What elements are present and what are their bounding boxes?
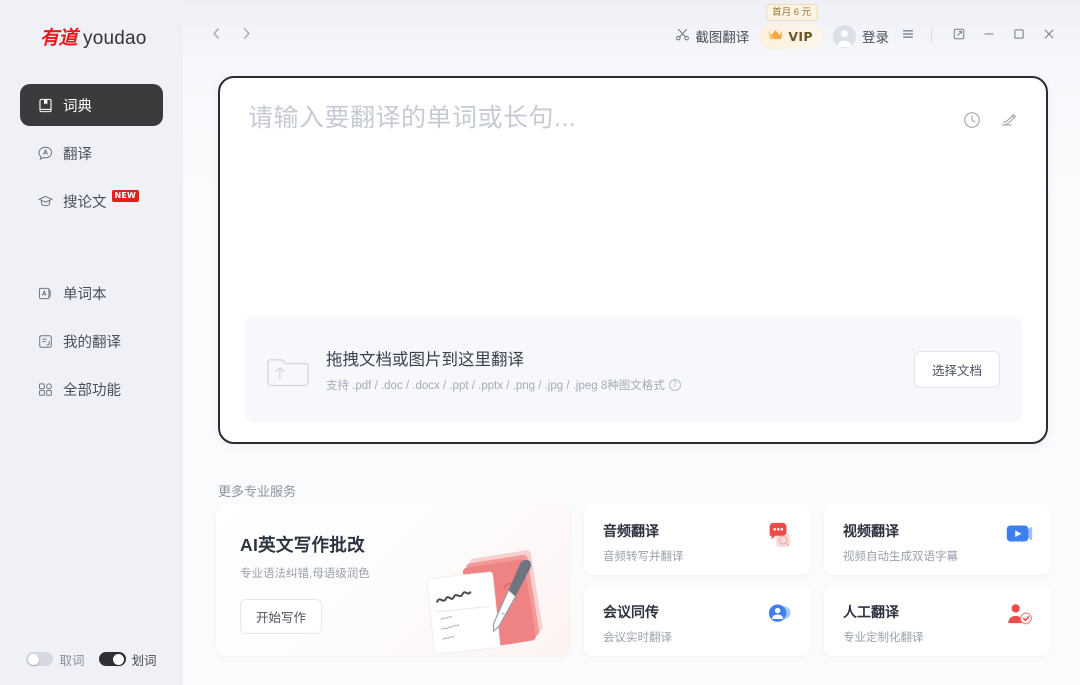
close-button[interactable] — [1034, 21, 1064, 51]
menu-button[interactable] — [895, 23, 921, 49]
sidebar-item-label: 单词本 — [63, 286, 107, 303]
sidebar-item-wordbook[interactable]: 单词本 — [20, 272, 163, 314]
service-card-video-translate[interactable]: 视频翻译 视频自动生成双语字幕 — [824, 504, 1051, 575]
minimize-icon — [982, 27, 996, 46]
sidebar-item-label: 我的翻译 — [63, 334, 121, 351]
toggle-capture-word[interactable]: 取词 — [26, 650, 85, 669]
service-desc: 专业定制化翻译 — [843, 632, 924, 644]
upload-folder-icon — [264, 347, 312, 391]
meeting-person-icon — [763, 599, 795, 631]
chevron-left-icon — [209, 26, 224, 46]
crown-icon — [767, 27, 784, 46]
login-button[interactable]: 登录 — [862, 26, 889, 46]
translate-input-card[interactable]: 请输入要翻译的单词或长句... 拖拽文档或图片到这里翻译 支持 .pdf / .… — [218, 76, 1048, 444]
dropzone-subtitle: 支持 .pdf / .doc / .docx / .ppt / .pptx / … — [326, 379, 665, 392]
mini-window-button[interactable] — [944, 21, 974, 51]
start-writing-button[interactable]: 开始写作 — [240, 599, 323, 634]
book-icon — [36, 96, 54, 114]
app-logo: 有道 youdao — [0, 0, 183, 72]
vip-tip-label: 首月 6 元 — [766, 3, 818, 21]
sidebar-item-label: 词典 — [63, 98, 92, 115]
forward-button[interactable] — [231, 21, 261, 51]
sidebar-item-all-features[interactable]: 全部功能 — [20, 368, 163, 410]
titlebar: 截图翻译 首月 6 元 VIP 登录 — [183, 0, 1080, 72]
question-icon[interactable]: ? — [668, 378, 681, 391]
clock-icon[interactable] — [962, 110, 982, 130]
minimize-button[interactable] — [974, 21, 1004, 51]
service-desc: 视频自动生成双语字幕 — [843, 551, 958, 563]
new-badge: NEW — [111, 190, 140, 202]
vip-promo[interactable]: 首月 6 元 VIP — [760, 3, 823, 49]
sidebar-toggles: 取词 划词 — [0, 633, 183, 685]
ai-writing-title: AI英文写作批改 — [240, 535, 365, 555]
sidebar-item-my-translations[interactable]: 我的翻译 — [20, 320, 163, 362]
wordbook-icon — [36, 284, 54, 302]
scissors-icon — [675, 27, 690, 45]
main-content: 截图翻译 首月 6 元 VIP 登录 请输入要翻译的单词或长句... 拖拽文档或… — [183, 0, 1080, 685]
choose-file-button[interactable]: 选择文档 — [913, 350, 1000, 388]
avatar-icon[interactable] — [833, 24, 856, 48]
services-area: AI英文写作批改 专业语法纠错,母语级润色 开始写作 音频翻译 音频转写并翻译 … — [216, 504, 1051, 656]
file-dropzone[interactable]: 拖拽文档或图片到这里翻译 支持 .pdf / .doc / .docx / .p… — [244, 316, 1022, 422]
screenshot-translate-button[interactable]: 截图翻译 — [668, 21, 756, 51]
sidebar-item-search-paper[interactable]: 搜论文 NEW — [20, 180, 163, 222]
maximize-icon — [1012, 27, 1026, 46]
search-input[interactable]: 请输入要翻译的单词或长句... — [248, 102, 962, 135]
mytrans-icon — [36, 332, 54, 350]
graduation-icon — [36, 192, 54, 210]
service-desc: 音频转写并翻译 — [603, 551, 684, 563]
sidebar-item-label: 全部功能 — [63, 382, 121, 399]
handwriting-icon[interactable] — [998, 110, 1018, 130]
titlebar-divider — [931, 28, 932, 44]
toggle-label: 取词 — [59, 653, 85, 668]
sidebar-item-translate[interactable]: 翻译 — [20, 132, 163, 174]
ai-writing-subtitle: 专业语法纠错,母语级润色 — [240, 568, 370, 580]
mini-window-icon — [952, 27, 966, 46]
service-card-audio-translate[interactable]: 音频翻译 音频转写并翻译 — [584, 504, 811, 575]
sidebar-item-label: 搜论文 — [63, 194, 107, 211]
screenshot-translate-label: 截图翻译 — [695, 30, 750, 45]
ai-writing-card[interactable]: AI英文写作批改 专业语法纠错,母语级润色 开始写作 — [216, 504, 570, 656]
audio-bubble-icon — [763, 518, 795, 550]
service-card-human-translate[interactable]: 人工翻译 专业定制化翻译 — [824, 585, 1051, 656]
close-icon — [1042, 27, 1056, 46]
dropzone-title: 拖拽文档或图片到这里翻译 — [326, 350, 524, 369]
services-grid: 音频翻译 音频转写并翻译 视频翻译 视频自动生成双语字幕 会议同传 会议实时翻译… — [584, 504, 1051, 656]
human-check-icon — [1003, 599, 1035, 631]
sidebar-item-label: 翻译 — [63, 146, 92, 163]
sidebar-nav-secondary: 单词本 我的翻译 全部功能 — [0, 272, 183, 416]
logo-chinese-text: 有道 — [40, 26, 78, 49]
toggle-off-icon[interactable] — [26, 652, 54, 666]
grid-icon — [36, 380, 54, 398]
sidebar-item-dictionary[interactable]: 词典 — [20, 84, 163, 126]
sidebar-nav-primary: 词典 翻译 搜论文 NEW — [0, 84, 183, 228]
service-card-meeting-interpret[interactable]: 会议同传 会议实时翻译 — [584, 585, 811, 656]
youdao-dictionary-window: 有道 youdao 词典 翻译 搜论文 NEW 单词本 我的翻译 全部功能 取词… — [0, 0, 1080, 685]
vip-label: VIP — [788, 28, 813, 44]
services-heading: 更多专业服务 — [218, 484, 297, 499]
toggle-label: 划词 — [131, 653, 157, 668]
service-desc: 会议实时翻译 — [603, 632, 672, 644]
vip-button[interactable]: VIP — [760, 23, 823, 49]
maximize-button[interactable] — [1004, 21, 1034, 51]
sidebar: 有道 youdao 词典 翻译 搜论文 NEW 单词本 我的翻译 全部功能 取词… — [0, 0, 183, 685]
video-play-icon — [1003, 518, 1035, 550]
translate-icon — [36, 144, 54, 162]
toggle-on-icon[interactable] — [98, 652, 126, 666]
toggle-select-word[interactable]: 划词 — [98, 650, 157, 669]
back-button[interactable] — [201, 21, 231, 51]
hamburger-icon — [901, 27, 915, 46]
chevron-right-icon — [239, 26, 254, 46]
logo-english-text: youdao — [83, 27, 147, 49]
